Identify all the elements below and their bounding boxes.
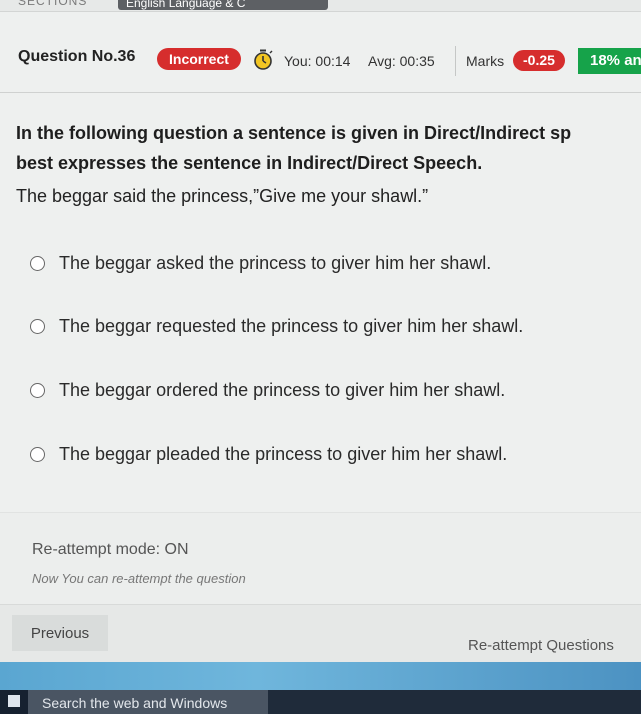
section-bar: SECTIONS English Language & C xyxy=(0,0,641,12)
option-3[interactable]: The beggar ordered the princess to giver… xyxy=(30,377,505,403)
instruction-line-1: In the following question a sentence is … xyxy=(16,123,572,143)
option-label: The beggar requested the princess to giv… xyxy=(59,315,524,336)
average-time: Avg: 00:35 xyxy=(368,53,435,69)
subject-tab[interactable]: English Language & C xyxy=(118,0,328,10)
option-label: The beggar pleaded the princess to giver… xyxy=(59,443,508,464)
option-1[interactable]: The beggar asked the princess to giver h… xyxy=(30,250,491,276)
desktop-background xyxy=(0,662,641,690)
taskbar: Search the web and Windows xyxy=(0,690,641,714)
windows-logo-icon xyxy=(8,695,20,707)
reattempt-questions-button[interactable]: Re-attempt Questions xyxy=(468,637,614,654)
header-separator xyxy=(0,92,641,93)
radio-button[interactable] xyxy=(30,255,45,271)
reattempt-note: Now You can re-attempt the question xyxy=(32,571,246,586)
radio-button[interactable] xyxy=(30,446,45,462)
your-time: You: 00:14 xyxy=(284,53,351,69)
marks-label: Marks xyxy=(466,53,505,69)
marks-badge: -0.25 xyxy=(513,50,565,71)
previous-button[interactable]: Previous xyxy=(12,615,108,651)
option-4[interactable]: The beggar pleaded the princess to giver… xyxy=(30,441,507,467)
header-divider xyxy=(455,46,456,76)
instruction-line-2: best expresses the sentence in Indirect/… xyxy=(16,153,483,173)
radio-button[interactable] xyxy=(30,318,45,334)
question-sentence: The beggar said the princess,”Give me yo… xyxy=(16,186,429,206)
question-header: Question No.36 Incorrect You: 00:14 Avg:… xyxy=(0,40,641,92)
question-instruction: In the following question a sentence is … xyxy=(16,118,641,178)
status-badge: Incorrect xyxy=(157,48,241,70)
taskbar-search-box[interactable]: Search the web and Windows xyxy=(28,690,268,714)
sections-tab[interactable]: SECTIONS xyxy=(18,0,87,8)
percent-badge: 18% an xyxy=(578,48,641,74)
stopwatch-icon xyxy=(254,49,273,70)
option-label: The beggar ordered the princess to giver… xyxy=(59,379,506,400)
radio-button[interactable] xyxy=(30,382,45,398)
start-button[interactable] xyxy=(0,690,28,714)
option-2[interactable]: The beggar requested the princess to giv… xyxy=(30,313,523,339)
question-number: Question No.36 xyxy=(18,48,136,65)
reattempt-panel: Re-attempt mode: ON Now You can re-attem… xyxy=(0,512,641,604)
reattempt-mode-status: Re-attempt mode: ON xyxy=(32,541,189,558)
navigation-footer: Previous Re-attempt Questions xyxy=(0,604,641,662)
option-label: The beggar asked the princess to giver h… xyxy=(59,252,492,273)
